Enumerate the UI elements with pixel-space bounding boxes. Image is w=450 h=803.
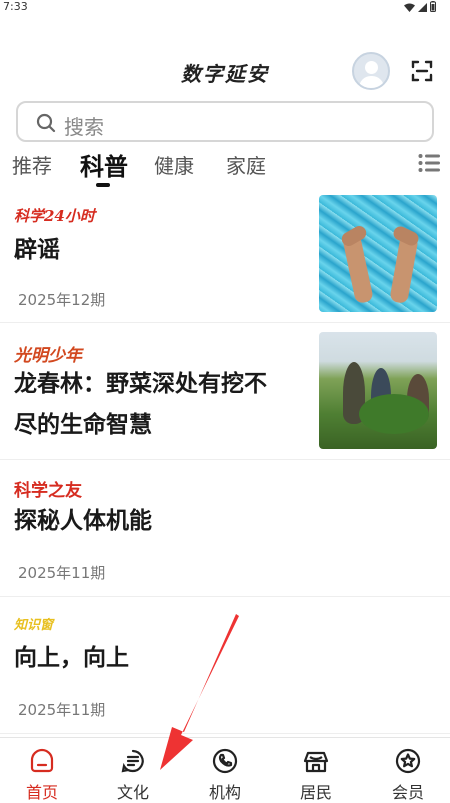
list-item[interactable]: 光明少年 龙春林：野菜深处有挖不 尽的生命智慧 <box>0 323 450 460</box>
nav-home[interactable]: 首页 <box>12 748 72 803</box>
source-logo: 科学之友 <box>14 481 82 501</box>
list-item[interactable]: 科学24小时 辟谣 2025年12期 <box>0 186 450 323</box>
article-thumbnail <box>319 332 437 449</box>
bottom-nav: 首页 文化 机构 居民 会员 <box>0 737 450 803</box>
avatar[interactable] <box>352 52 390 90</box>
tab-family[interactable]: 家庭 <box>226 150 266 179</box>
nav-residents[interactable]: 居民 <box>286 748 346 803</box>
nav-culture[interactable]: 文化 <box>103 748 163 803</box>
menu-icon[interactable] <box>418 153 440 173</box>
status-icons <box>404 1 436 15</box>
nav-label: 会员 <box>391 783 424 802</box>
article-title-line-1: 龙春林：野菜深处有挖不 <box>14 371 267 397</box>
search-icon <box>36 113 56 133</box>
nav-label: 文化 <box>116 783 149 802</box>
nav-label: 机构 <box>208 783 241 802</box>
article-title-line-2: 尽的生命智慧 <box>14 412 152 438</box>
search-placeholder: 搜索 <box>64 115 104 139</box>
source-logo: 科学24小时 <box>14 207 95 225</box>
article-title: 向上，向上 <box>14 645 129 671</box>
nav-member[interactable]: 会员 <box>378 748 438 803</box>
home-icon <box>29 748 55 774</box>
source-logo: 光明少年 <box>14 346 82 366</box>
tab-recommend[interactable]: 推荐 <box>12 150 52 179</box>
article-thumbnail <box>319 195 437 312</box>
phone-icon <box>212 748 238 774</box>
article-date: 2025年11期 <box>18 564 106 582</box>
residents-icon <box>303 748 329 774</box>
member-icon <box>395 748 421 774</box>
wifi-icon <box>404 2 415 15</box>
battery-icon <box>430 1 436 15</box>
article-title: 辟谣 <box>14 237 60 263</box>
culture-icon <box>120 748 146 774</box>
scan-icon[interactable] <box>410 59 434 83</box>
search-input[interactable]: 搜索 <box>16 101 434 142</box>
signal-icon <box>418 2 427 15</box>
app-header: 数字延安 <box>0 52 450 92</box>
tab-science[interactable]: 科普 <box>80 147 128 182</box>
source-logo: 知识窗 <box>14 618 54 633</box>
nav-label: 首页 <box>25 783 58 802</box>
article-date: 2025年11期 <box>18 701 106 719</box>
article-list: 科学24小时 辟谣 2025年12期 光明少年 龙春林：野菜深处有挖不 尽的生命… <box>0 186 450 734</box>
tab-health[interactable]: 健康 <box>154 150 194 179</box>
nav-institution[interactable]: 机构 <box>195 748 255 803</box>
status-bar: 7:33 <box>0 0 450 14</box>
status-time: 7:33 <box>3 0 28 13</box>
nav-label: 居民 <box>299 783 332 802</box>
list-item[interactable]: 科学之友 探秘人体机能 2025年11期 <box>0 460 450 597</box>
list-item[interactable]: 知识窗 向上，向上 2025年11期 <box>0 597 450 734</box>
article-title: 探秘人体机能 <box>14 508 152 534</box>
article-date: 2025年12期 <box>18 291 106 309</box>
